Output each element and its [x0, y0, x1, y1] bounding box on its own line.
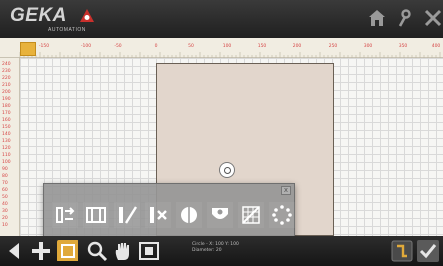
- ruler-tick-label: 120: [2, 146, 11, 151]
- vertical-ruler: 240 230 220 210 200 190 180 170 160 150 …: [0, 58, 20, 236]
- ruler-tick-label: 10: [2, 223, 8, 228]
- slot-tool-icon[interactable]: [83, 202, 109, 228]
- angle-cut-tool-icon[interactable]: [114, 202, 140, 228]
- logo-badge-icon: [80, 9, 94, 22]
- ruler-tick-label: 400: [431, 44, 441, 49]
- mesh-grid-tool-icon[interactable]: [238, 202, 264, 228]
- ruler-tick-label: 60: [2, 188, 8, 193]
- ruler-tick-label: 160: [2, 118, 11, 123]
- ruler-tick-label: 90: [2, 167, 8, 172]
- ruler-tick-label: 100: [2, 160, 11, 165]
- ruler-tick-label: 130: [2, 139, 11, 144]
- circle-pattern-tool-icon[interactable]: [269, 202, 295, 228]
- ruler-tick-label: 40: [2, 202, 8, 207]
- ruler-tick-label: -100: [80, 44, 92, 49]
- top-header: GEKA AUTOMATION: [0, 0, 443, 38]
- ruler-tick-label: -50: [114, 44, 122, 49]
- ortho-toggle-icon[interactable]: [391, 240, 413, 262]
- logo-text: GEKA: [10, 5, 67, 26]
- select-icon[interactable]: [56, 239, 78, 261]
- ruler-tick-label: 20: [2, 216, 8, 221]
- ruler-tick-label: 200: [292, 44, 302, 49]
- ruler-tick-label: 300: [363, 44, 373, 49]
- horizontal-ruler-marks: [19, 52, 441, 58]
- ruler-tick-label: -150: [38, 44, 50, 49]
- ruler-tick-label: 180: [2, 104, 11, 109]
- status-text: Circle - X: 100 Y: 100 Diameter: 20: [192, 242, 239, 254]
- zoom-icon[interactable]: [86, 240, 108, 262]
- settings-icon[interactable]: [396, 9, 414, 27]
- close-icon[interactable]: [424, 9, 442, 27]
- ruler-tick-label: 240: [2, 62, 11, 67]
- ruler-tick-label: 110: [2, 153, 11, 158]
- horizontal-ruler: [0, 38, 443, 58]
- circle-target-marker[interactable]: [219, 162, 235, 178]
- ruler-tick-label: 140: [2, 132, 11, 137]
- ruler-tick-label: 80: [2, 174, 8, 179]
- tool-palette[interactable]: x: [43, 183, 295, 239]
- ruler-tick-label: 350: [398, 44, 408, 49]
- ruler-tick-label: 70: [2, 181, 8, 186]
- confirm-check-icon[interactable]: [417, 240, 439, 262]
- geka-logo: GEKA AUTOMATION: [10, 5, 94, 33]
- shield-shape-tool-icon[interactable]: [207, 202, 233, 228]
- ruler-tick-label: 100: [222, 44, 232, 49]
- ruler-tick-label: 0: [154, 44, 158, 49]
- ruler-tick-label: 150: [257, 44, 267, 49]
- palette-close-button[interactable]: x: [281, 186, 291, 195]
- ruler-tick-label: 50: [188, 44, 194, 49]
- ruler-tick-label: 200: [2, 90, 11, 95]
- ruler-tick-label: 220: [2, 76, 11, 81]
- ruler-tick-label: 50: [2, 195, 8, 200]
- ruler-tick-label: 150: [2, 125, 11, 130]
- back-arrow-icon[interactable]: [4, 240, 26, 262]
- origin-box[interactable]: [20, 42, 36, 56]
- cut-sides-tool-icon[interactable]: [52, 202, 78, 228]
- zoom-fit-icon[interactable]: [138, 240, 160, 262]
- pan-hand-icon[interactable]: [112, 240, 134, 262]
- status-line-2: Diameter: 20: [192, 248, 222, 253]
- ruler-tick-label: 230: [2, 69, 11, 74]
- ruler-tick-label: 250: [328, 44, 338, 49]
- ruler-tick-label: 210: [2, 83, 11, 88]
- round-hole-tool-icon[interactable]: [176, 202, 202, 228]
- cancel-cut-tool-icon[interactable]: [145, 202, 171, 228]
- home-icon[interactable]: [368, 9, 386, 27]
- logo-subtext: AUTOMATION: [48, 27, 86, 33]
- ruler-tick-label: 30: [2, 209, 8, 214]
- add-icon[interactable]: [30, 240, 52, 262]
- ruler-tick-label: 190: [2, 97, 11, 102]
- ruler-tick-label: 170: [2, 111, 11, 116]
